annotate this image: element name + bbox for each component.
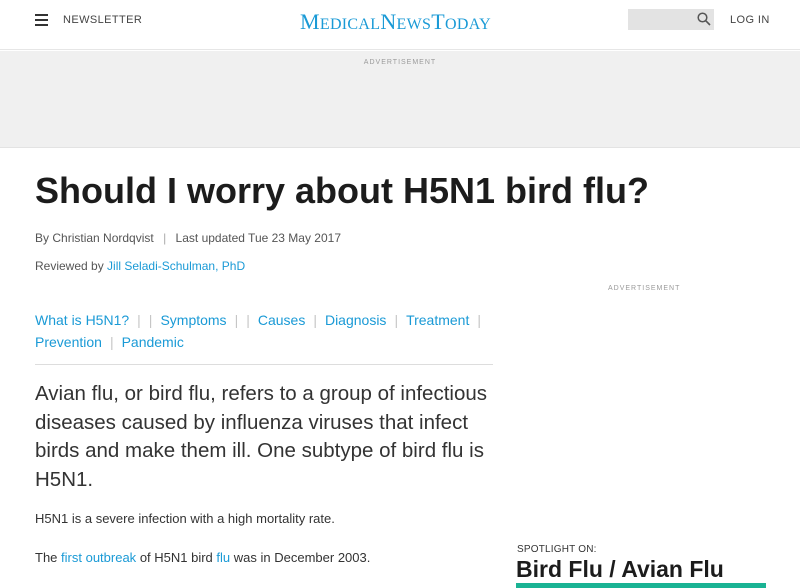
page-title: Should I worry about H5N1 bird flu? — [35, 170, 650, 211]
toc-divider: | — [109, 334, 114, 350]
paragraph-text: The — [35, 550, 58, 565]
toc-divider: | — [313, 312, 317, 328]
toc-divider: | — [137, 312, 141, 328]
toc-divider: | — [148, 312, 153, 328]
paragraph-text: of H5N1 bird — [139, 550, 213, 565]
site-header: NEWSLETTER MedicalNewsToday LOG IN — [0, 0, 800, 50]
article-lede: Avian flu, or bird flu, refers to a grou… — [35, 382, 488, 491]
author-name: Christian Nordqvist — [52, 231, 154, 245]
site-logo[interactable]: MedicalNewsToday — [300, 9, 491, 35]
toc-link-prevention[interactable]: Prevention — [35, 334, 102, 350]
spotlight-title-link[interactable]: Bird Flu / Avian Flu — [516, 556, 724, 583]
search-icon[interactable] — [697, 12, 711, 26]
article-paragraph: H5N1 is a severe infection with a high m… — [35, 511, 335, 526]
menu-icon[interactable] — [35, 14, 48, 26]
toc-link-what-is-h5n1[interactable]: What is H5N1? — [35, 312, 129, 328]
article-paragraph: The first outbreak of H5N1 bird flu was … — [35, 550, 370, 565]
toc-divider: | — [246, 312, 250, 328]
reviewed-prefix: Reviewed by — [35, 259, 104, 273]
login-link[interactable]: LOG IN — [730, 14, 770, 26]
advertisement-label: ADVERTISEMENT — [363, 59, 437, 66]
toc-divider: | — [477, 312, 481, 328]
toc-link-pandemic[interactable]: Pandemic — [122, 334, 184, 350]
toc-link-symptoms[interactable]: Symptoms — [160, 312, 226, 328]
toc-link-causes[interactable]: Causes — [258, 312, 305, 328]
toc-divider: | — [234, 312, 239, 328]
toc-divider: | — [394, 312, 399, 328]
toc-row-2: Prevention | Pandemic — [35, 331, 495, 353]
table-of-contents: What is H5N1? | | Symptoms | | Causes | Diagnosi… — [35, 309, 495, 353]
logo-rest-ews: ews — [396, 16, 432, 33]
paragraph-text: was in December 2003. — [233, 550, 371, 565]
side-advertisement-label: ADVERTISEMENT — [608, 285, 681, 292]
flu-link[interactable]: flu — [216, 550, 230, 565]
last-updated: Last updated Tue 23 May 2017 — [175, 231, 342, 245]
logo-rest-oday: oday — [444, 16, 491, 33]
top-ad-slot: ADVERTISEMENT — [0, 51, 800, 148]
toc-link-diagnosis[interactable]: Diagnosis — [325, 312, 386, 328]
spotlight-label: SPOTLIGHT ON: — [517, 544, 597, 555]
newsletter-link[interactable]: NEWSLETTER — [63, 14, 142, 26]
spotlight-accent-bar — [516, 583, 766, 588]
first-outbreak-link[interactable]: first outbreak — [61, 550, 136, 565]
toc-divider-line — [35, 364, 493, 365]
reviewer-link[interactable]: Jill Seladi-Schulman, PhD — [107, 259, 245, 273]
logo-rest-edical: edical — [319, 16, 381, 33]
logo-initial-m: M — [300, 9, 320, 34]
reviewed-by: Reviewed by Jill Seladi-Schulman, PhD — [35, 259, 245, 273]
logo-initial-n: N — [380, 9, 397, 34]
logo-initial-t: T — [431, 9, 445, 34]
toc-link-treatment[interactable]: Treatment — [406, 312, 469, 328]
byline-divider: | — [163, 231, 167, 245]
byline: By Christian Nordqvist | Last updated Tu… — [35, 231, 341, 245]
toc-row-1: What is H5N1? | | Symptoms | | Causes | Diagnosi… — [35, 309, 495, 331]
by-prefix: By — [35, 231, 50, 245]
